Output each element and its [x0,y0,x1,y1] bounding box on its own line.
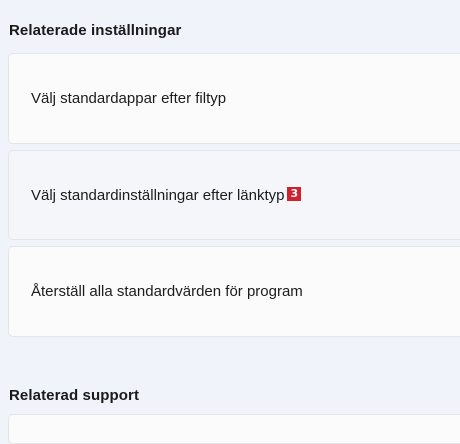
choose-default-apps-by-file-type-link[interactable]: Välj standardappar efter filtyp [8,53,460,144]
choose-default-apps-by-file-type-label: Välj standardappar efter filtyp [31,90,227,107]
related-settings-heading: Relaterade inställningar [9,22,182,39]
reset-all-default-apps-link[interactable]: Återställ alla standardvärden för progra… [8,246,460,337]
choose-defaults-by-link-type-label: Välj standardinställningar efter länktyp [31,186,285,204]
related-support-heading: Relaterad support [9,387,140,404]
related-support-card[interactable] [8,414,460,444]
choose-defaults-by-link-type-link[interactable]: Välj standardinställningar efter länktyp… [8,150,460,240]
reset-all-default-apps-label: Återställ alla standardvärden för progra… [31,283,303,300]
annotation-badge: 3 [287,187,302,201]
